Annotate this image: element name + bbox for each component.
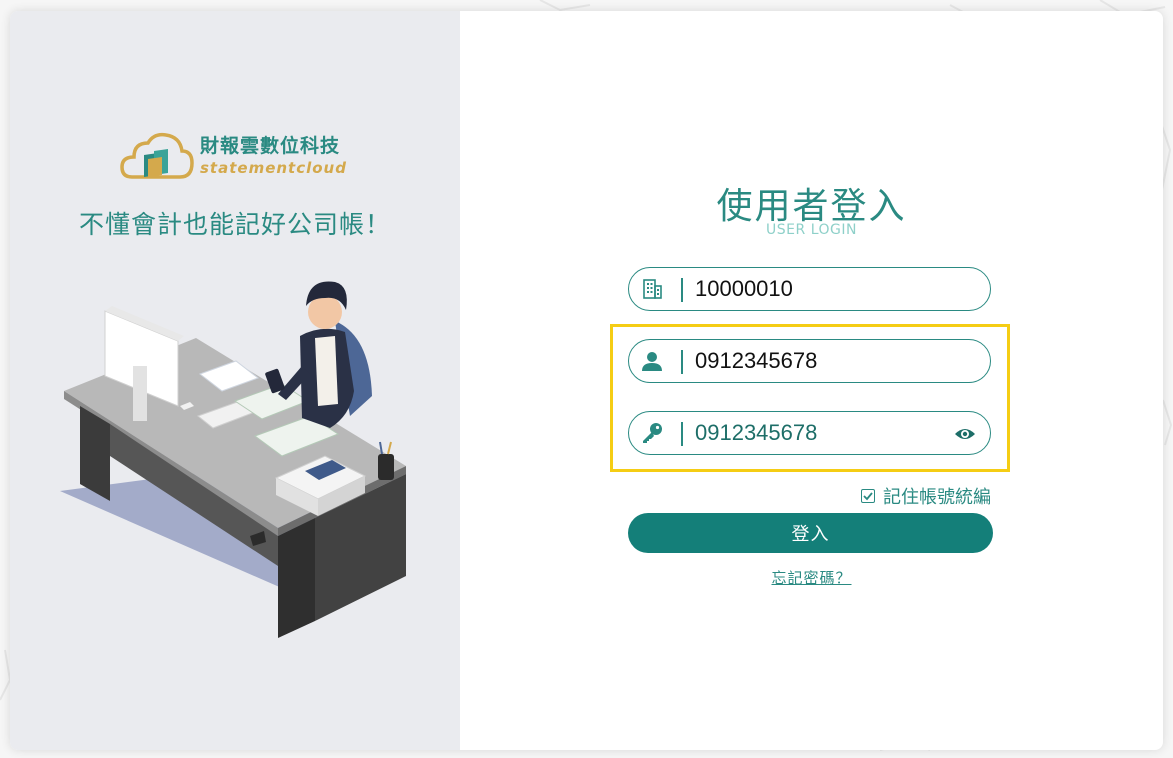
login-card: 財報雲數位科技 statementcloud 不懂會計也能記好公司帳！ 使用者登…: [10, 11, 1163, 750]
login-subtitle: USER LOGIN: [766, 222, 857, 238]
highlight-box: [610, 324, 1010, 472]
remember-label: 記住帳號統編: [883, 487, 991, 508]
remember-account[interactable]: 記住帳號統編: [861, 483, 991, 509]
company-id-input[interactable]: [695, 268, 945, 310]
cloud-logo-icon: [120, 132, 194, 179]
remember-checkbox[interactable]: [861, 489, 875, 503]
brand-name: 財報雲數位科技: [200, 135, 341, 157]
building-icon: [643, 279, 662, 299]
field-separator: [681, 278, 683, 302]
login-button[interactable]: 登入: [628, 513, 993, 553]
brand-tagline: 不懂會計也能記好公司帳！: [78, 210, 391, 239]
forgot-password-link[interactable]: 忘記密碼？: [460, 567, 1163, 588]
company-id-field[interactable]: [628, 267, 991, 311]
brand-logo: 財報雲數位科技 statementcloud: [120, 129, 360, 189]
brand-panel: 財報雲數位科技 statementcloud 不懂會計也能記好公司帳！: [10, 11, 460, 750]
check-icon: [863, 492, 873, 501]
office-worker-illustration: [60, 281, 406, 638]
login-form: 使用者登入 USER LOGIN 10000010 0912345678 091…: [460, 11, 1163, 750]
brand-subname: statementcloud: [200, 159, 347, 177]
